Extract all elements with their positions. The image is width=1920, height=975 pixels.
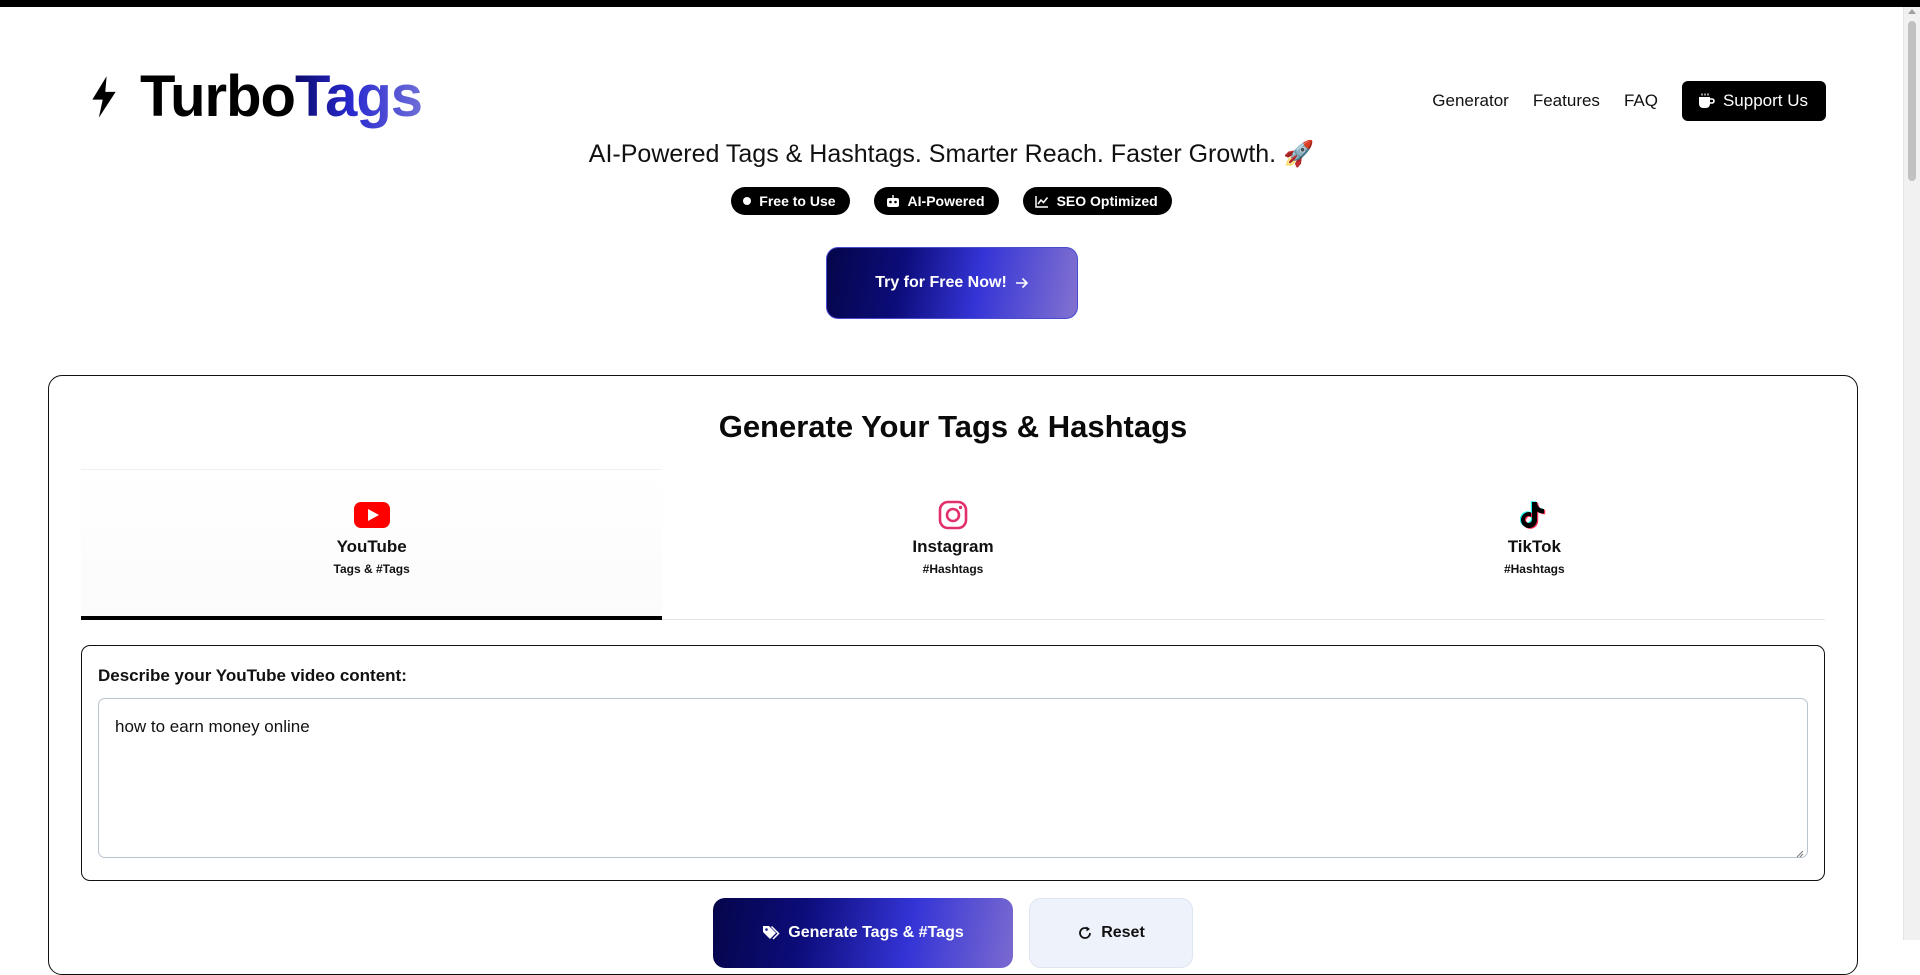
generate-tags-button[interactable]: Generate Tags & #Tags [713, 898, 1013, 968]
tab-youtube-name: YouTube [336, 537, 407, 556]
brand-name-part1: Turbo [140, 64, 296, 129]
generate-tags-label: Generate Tags & #Tags [788, 924, 964, 941]
reset-label: Reset [1101, 924, 1145, 941]
badge-free: Free to Use [731, 187, 850, 215]
reset-button[interactable]: Reset [1029, 898, 1193, 968]
lightning-bolt-icon [92, 76, 116, 118]
badge-label: Free to Use [759, 193, 836, 209]
badge-seo: SEO Optimized [1022, 187, 1172, 215]
tab-tiktok-name: TikTok [1507, 537, 1561, 556]
generator-card: Generate Your Tags & Hashtags YouTube Ta… [48, 375, 1858, 975]
instagram-icon [938, 500, 968, 530]
tab-tiktok-sub: #Hashtags [1503, 562, 1565, 576]
window-top-edge [0, 0, 1920, 7]
youtube-icon [353, 502, 390, 528]
dot-icon [743, 197, 752, 205]
rotate-icon [1079, 926, 1092, 939]
badge-ai: AI-Powered [873, 187, 999, 215]
tab-youtube-sub: Tags & #Tags [333, 562, 410, 576]
brand-logo[interactable]: TurboTags [88, 68, 423, 126]
description-textarea[interactable]: how to earn money online [98, 698, 1808, 858]
support-us-label: Support Us [1722, 91, 1808, 110]
tab-tiktok[interactable]: TikTok #Hashtags [1244, 469, 1825, 619]
tiktok-icon [1520, 501, 1546, 529]
brand-name: TurboTags [140, 68, 423, 126]
scroll-up-icon[interactable] [1908, 9, 1916, 14]
nav-link-features[interactable]: Features [1533, 91, 1600, 111]
support-us-button[interactable]: Support Us [1681, 81, 1826, 121]
tab-instagram[interactable]: Instagram #Hashtags [662, 469, 1243, 619]
try-free-label: Try for Free Now! [875, 274, 1007, 291]
try-free-button[interactable]: Try for Free Now! [826, 247, 1078, 319]
top-nav: Generator Features FAQ Support Us [1432, 81, 1826, 121]
platform-tabs: YouTube Tags & #Tags Instagram #Hashtags [81, 469, 1825, 620]
feature-badges: Free to Use AI-Powered SEO Optimized [0, 187, 1903, 215]
badge-label: AI-Powered [907, 193, 985, 209]
chart-line-icon [1034, 195, 1049, 208]
nav-link-faq[interactable]: FAQ [1624, 91, 1658, 111]
nav-link-generator[interactable]: Generator [1432, 91, 1509, 111]
arrow-right-icon [1015, 277, 1028, 289]
brand-name-part2: Tags [294, 64, 423, 129]
page-scrollbar[interactable] [1903, 7, 1920, 940]
badge-label: SEO Optimized [1056, 193, 1158, 209]
scrollbar-thumb[interactable] [1908, 21, 1916, 181]
tag-icon [763, 925, 780, 940]
generator-title: Generate Your Tags & Hashtags [718, 409, 1188, 444]
hero-tagline: AI-Powered Tags & Hashtags. Smarter Reac… [588, 140, 1315, 168]
coffee-cup-icon [1698, 93, 1715, 108]
robot-icon [886, 194, 900, 208]
description-panel: Describe your YouTube video content: how… [81, 645, 1825, 881]
description-label: Describe your YouTube video content: [98, 666, 407, 685]
resize-grip-icon[interactable] [1796, 850, 1804, 858]
tab-instagram-sub: #Hashtags [922, 562, 984, 576]
tab-youtube[interactable]: YouTube Tags & #Tags [81, 469, 663, 620]
tab-instagram-name: Instagram [912, 537, 994, 556]
